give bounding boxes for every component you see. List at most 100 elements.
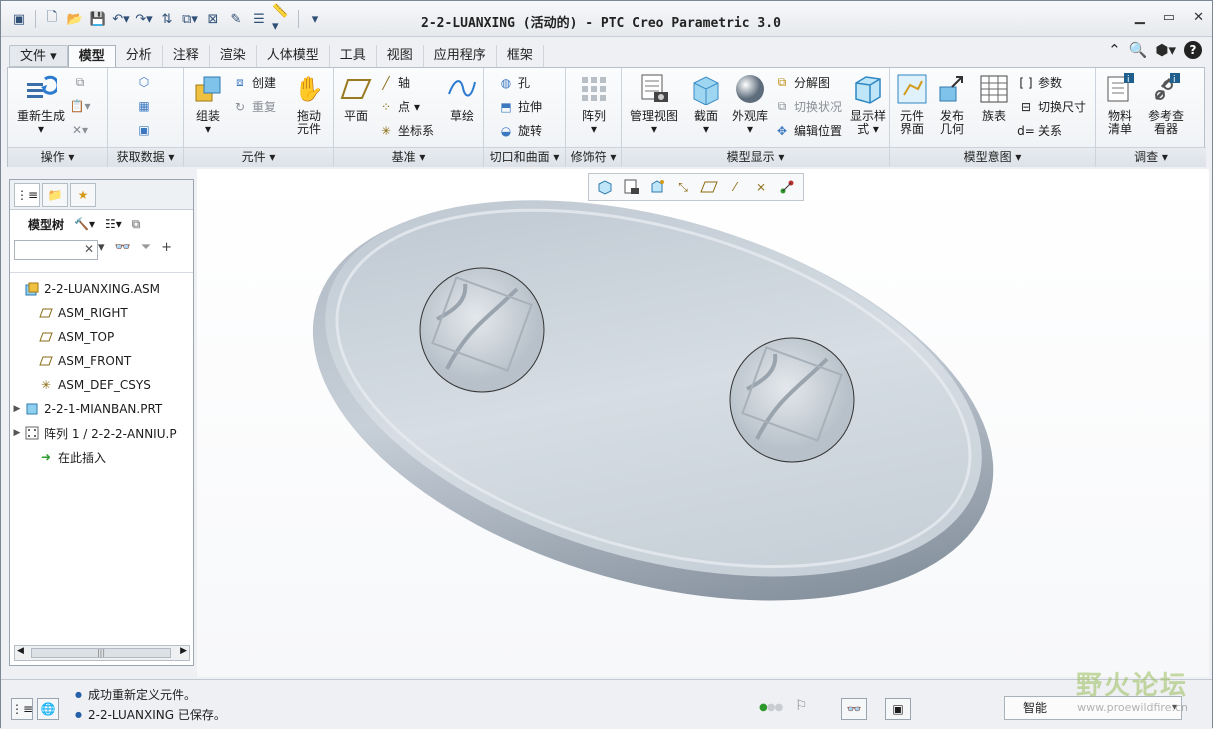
view-manager-icon[interactable] (646, 176, 668, 198)
manage-views-button[interactable]: 管理视图 ▾ (626, 72, 682, 136)
reference-viewer-button[interactable]: i 参考查 看器 (1144, 72, 1188, 136)
extrude-button[interactable]: ⬒ 拉伸 (498, 98, 542, 115)
repeat-button[interactable]: ↻ 重复 (232, 98, 276, 115)
search-icon[interactable]: 🔍 (1129, 41, 1148, 59)
show-menu-icon[interactable]: ☷▾ (105, 217, 122, 231)
scroll-thumb[interactable]: ||| (31, 648, 171, 658)
toggle-navigator-icon[interactable]: ⋮≡ (11, 698, 33, 720)
tree-filter-input[interactable]: ✕ (14, 240, 98, 260)
undo-icon[interactable]: ↶▾ (111, 9, 131, 29)
copy-button[interactable]: ⧉ (72, 74, 88, 90)
button-2[interactable] (729, 337, 855, 463)
tab-annotate[interactable]: 注释 (163, 45, 210, 67)
minimize-icon[interactable]: ▁ (1135, 10, 1145, 25)
tree-columns-icon[interactable]: ⧉ (132, 217, 141, 232)
pattern-button[interactable]: 阵列 ▾ (574, 72, 614, 136)
csys-display-icon[interactable]: ⨯ (750, 176, 772, 198)
graphics-area[interactable]: ⤡ ⁄ ⨯ (197, 169, 1209, 677)
new-file-icon[interactable]: 🗋 (42, 9, 62, 29)
community-icon[interactable]: ⬢▾ (1155, 41, 1176, 59)
group-investigate-label[interactable]: 调查 ▾ (1096, 147, 1206, 167)
tree-item-pattern[interactable]: ▶ 阵列 1 / 2-2-2-ANNIU.P (10, 421, 193, 445)
maximize-icon[interactable]: ▭ (1163, 10, 1175, 25)
get-data-button-1[interactable]: ⬡ (136, 74, 152, 90)
favorites-tab-icon[interactable]: ★ (70, 183, 96, 207)
group-model-display-label[interactable]: 模型显示 ▾ (622, 147, 889, 167)
regenerate-small-icon[interactable]: ⇅ (157, 9, 177, 29)
scroll-left-icon[interactable]: ◀ (17, 646, 24, 656)
tab-tools[interactable]: 工具 (330, 45, 377, 67)
tree-item-asm-top[interactable]: ASM_TOP (10, 325, 193, 349)
tree-item-mianban[interactable]: ▶ 2-2-1-MIANBAN.PRT (10, 397, 193, 421)
group-get-data-label[interactable]: 获取数据 ▾ (108, 147, 183, 167)
plane-button[interactable]: 平面 (338, 72, 374, 123)
get-data-button-3[interactable]: ▣ (136, 122, 152, 138)
tab-manikin[interactable]: 人体模型 (257, 45, 330, 67)
bill-of-materials-button[interactable]: i 物料 清单 (1100, 72, 1140, 136)
edit-position-button[interactable]: ✥ 编辑位置 (774, 122, 842, 139)
get-data-button-2[interactable]: ▦ (136, 98, 152, 114)
saved-views-icon[interactable] (620, 176, 642, 198)
point-button[interactable]: ⁘ 点 ▾ (378, 98, 420, 115)
settings-hammer-icon[interactable]: 🔨▾ (74, 217, 95, 231)
close-icon[interactable]: ✕ (1193, 10, 1204, 25)
tab-applications[interactable]: 应用程序 (424, 45, 497, 67)
toggle-browser-icon[interactable]: 🌐 (37, 698, 59, 720)
drag-components-button[interactable]: ✋ 拖动 元件 (288, 72, 330, 136)
assembly-model-render[interactable] (197, 169, 1209, 677)
tab-view[interactable]: 视图 (377, 45, 424, 67)
model-tree-tab-icon[interactable]: ⋮≡ (14, 183, 40, 207)
sketch-button[interactable]: 草绘 (444, 72, 480, 123)
redo-icon[interactable]: ↷▾ (134, 9, 154, 29)
tree-item-asm-def-csys[interactable]: ✳ ASM_DEF_CSYS (10, 373, 193, 397)
revolve-button[interactable]: ◒ 旋转 (498, 122, 542, 139)
flag-icon[interactable]: ⚐ (795, 698, 808, 714)
group-modifiers-label[interactable]: 修饰符 ▾ (566, 147, 621, 167)
publish-geometry-button[interactable]: 发布 几何 (934, 72, 970, 136)
axis-button[interactable]: ╱ 轴 (378, 74, 410, 91)
app-menu-icon[interactable]: ▣ (9, 9, 29, 29)
scroll-right-icon[interactable]: ▶ (180, 646, 187, 656)
appearance-button[interactable]: 外观库 ▾ (728, 72, 772, 136)
section-button[interactable]: 截面 ▾ (688, 72, 724, 136)
relations-button[interactable]: d= 关系 (1017, 122, 1062, 139)
clear-filter-icon[interactable]: ✕ (84, 242, 94, 256)
add-column-icon[interactable]: + (161, 240, 172, 255)
close-window-icon[interactable]: ⊠ (203, 9, 223, 29)
find-icon[interactable]: 👓 (841, 698, 867, 720)
datum-plane-display-icon[interactable] (698, 176, 720, 198)
csys-button[interactable]: ✳ 坐标系 (378, 122, 434, 139)
delete-button[interactable]: ✕▾ (72, 122, 88, 138)
hole-button[interactable]: ◍ 孔 (498, 74, 530, 91)
filter-dropdown-icon[interactable]: ▾ (98, 240, 105, 255)
group-cut-surface-label[interactable]: 切口和曲面 ▾ (484, 147, 565, 167)
group-datum-label[interactable]: 基准 ▾ (334, 147, 483, 167)
save-icon[interactable]: 💾 (88, 9, 108, 29)
sketch-small-icon[interactable]: ✎ (226, 9, 246, 29)
tab-file[interactable]: 文件 ▾ (9, 45, 68, 67)
datum-axis-display-icon[interactable]: ⤡ (672, 176, 694, 198)
selected-items-icon[interactable]: ▣ (885, 698, 911, 720)
tree-item-insert-here[interactable]: ➜ 在此插入 (10, 445, 193, 469)
funnel-filter-icon[interactable]: ⏷ (141, 240, 151, 255)
paste-button[interactable]: 📋▾ (70, 98, 91, 114)
regenerate-button[interactable]: 重新生成 ▾ (14, 72, 68, 136)
display-style-button[interactable]: 显示样 式 ▾ (848, 72, 888, 136)
assemble-button[interactable]: 组装 ▾ (188, 72, 228, 136)
expand-arrow-icon[interactable]: ▶ (10, 428, 24, 438)
group-model-intent-label[interactable]: 模型意图 ▾ (890, 147, 1095, 167)
help-icon[interactable]: ? (1184, 41, 1202, 59)
tab-analysis[interactable]: 分析 (116, 45, 163, 67)
measure-icon[interactable]: 📏▾ (272, 4, 292, 34)
button-1[interactable] (419, 267, 545, 393)
find-binoculars-icon[interactable]: 👓 (115, 240, 131, 255)
tree-item-assembly[interactable]: 2-2-LUANXING.ASM (10, 277, 193, 301)
tree-item-asm-right[interactable]: ASM_RIGHT (10, 301, 193, 325)
create-button[interactable]: ⧈ 创建 (232, 74, 276, 91)
toggle-status-button[interactable]: ⧉ 切换状况 (774, 98, 842, 115)
customize-toolbar-icon[interactable]: ▾ (305, 9, 325, 29)
datum-point-display-icon[interactable]: ⁄ (724, 176, 746, 198)
refit-icon[interactable] (594, 176, 616, 198)
collapse-ribbon-icon[interactable]: ⌃ (1108, 41, 1121, 59)
spin-center-icon[interactable] (776, 176, 798, 198)
